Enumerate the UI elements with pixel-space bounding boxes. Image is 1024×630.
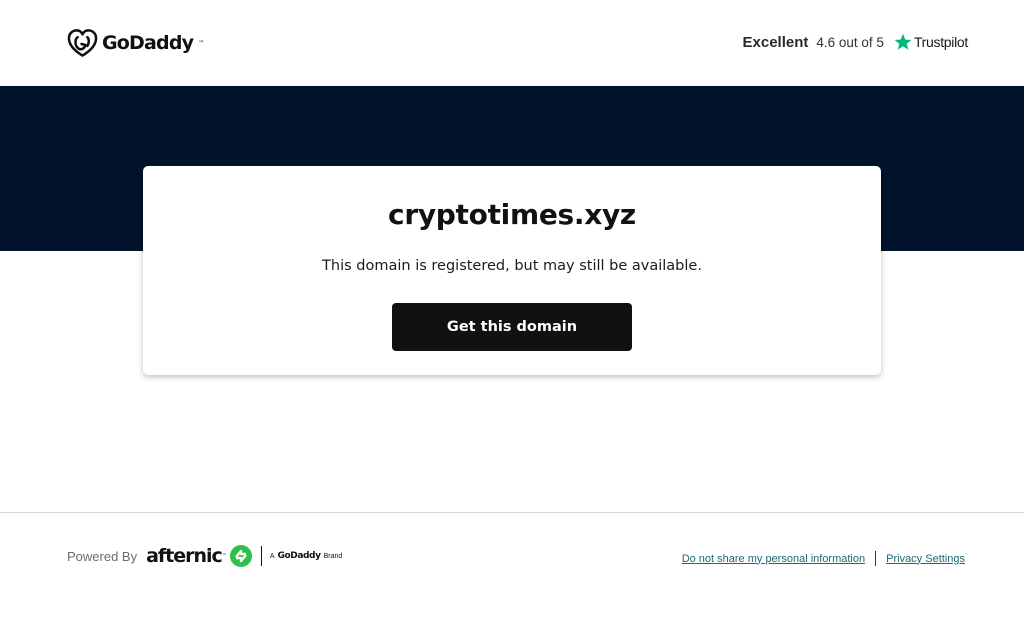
godaddy-brand-tag: A GoDaddy Brand bbox=[269, 551, 343, 561]
domain-card: cryptotimes.xyz This domain is registere… bbox=[143, 166, 881, 375]
link-separator bbox=[875, 551, 877, 566]
afternic-wordmark: afternic bbox=[146, 545, 223, 567]
trustpilot-rating[interactable]: Excellent 4.6 out of 5 Trustpilot bbox=[743, 30, 969, 54]
trustpilot-star-icon bbox=[894, 33, 912, 50]
brand-divider bbox=[260, 546, 262, 566]
domain-status-text: This domain is registered, but may still… bbox=[322, 258, 702, 274]
logo-wordmark: GoDaddy bbox=[102, 32, 194, 54]
powered-by-label: Powered By bbox=[67, 548, 138, 564]
get-domain-button[interactable]: Get this domain bbox=[392, 303, 632, 351]
domain-name: cryptotimes.xyz bbox=[388, 198, 636, 231]
do-not-share-link[interactable]: Do not share my personal information bbox=[682, 553, 865, 565]
footer-links: Do not share my personal information Pri… bbox=[682, 551, 965, 566]
godaddy-logo[interactable]: GoDaddy ™ bbox=[67, 28, 204, 58]
trustpilot-name: Trustpilot bbox=[913, 34, 968, 50]
powered-by: Powered By afternic ™ A GoDaddy Brand bbox=[67, 543, 342, 569]
privacy-settings-link[interactable]: Privacy Settings bbox=[886, 553, 965, 565]
trustpilot-logo: Trustpilot bbox=[894, 33, 968, 51]
rating-score: 4.6 out of 5 bbox=[816, 34, 884, 50]
afternic-logo[interactable]: afternic ™ bbox=[146, 544, 253, 568]
site-footer: Powered By afternic ™ A GoDaddy Brand Do … bbox=[0, 512, 1024, 630]
afternic-arrows-icon bbox=[229, 545, 252, 567]
godaddy-heart-icon bbox=[67, 29, 98, 57]
rating-word: Excellent bbox=[742, 33, 809, 51]
site-header: GoDaddy ™ Excellent 4.6 out of 5 Trustpil… bbox=[0, 0, 1024, 86]
